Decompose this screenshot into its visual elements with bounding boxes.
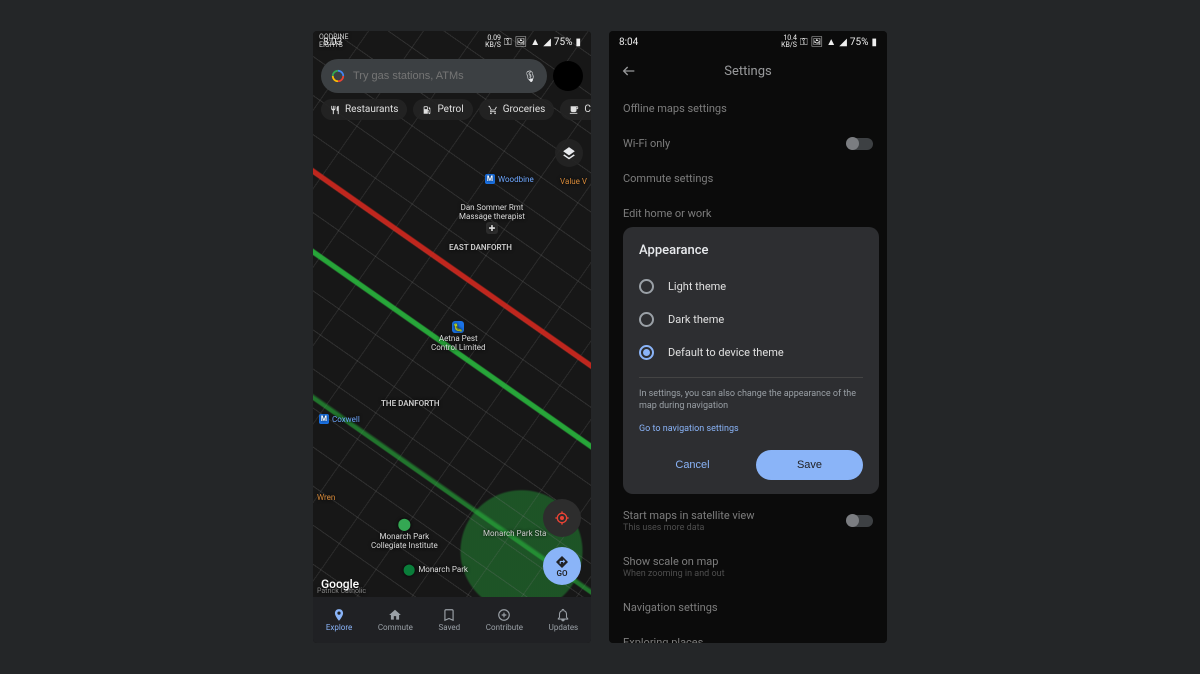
status-bar: 8:04 10.4 KB/S ⚿ 🖼 ▲ ◢ 75% ▮ (609, 31, 887, 53)
radio-dark[interactable]: Dark theme (639, 303, 863, 336)
signal-icon: ◢ (839, 37, 847, 48)
layers-button[interactable] (555, 139, 583, 167)
poi-monarch-park[interactable]: Monarch Park (418, 565, 468, 574)
google-logo-icon (331, 69, 345, 83)
nav-commute[interactable]: Commute (378, 608, 413, 632)
search-input[interactable] (353, 70, 515, 82)
cancel-button[interactable]: Cancel (639, 450, 746, 480)
battery-pct: 75% (850, 37, 869, 48)
clock: 8:04 (619, 37, 638, 48)
radio-device-default[interactable]: Default to device theme (639, 336, 863, 369)
locate-button[interactable] (543, 499, 581, 537)
chip-petrol[interactable]: Petrol (413, 99, 472, 120)
nav-saved[interactable]: Saved (439, 608, 461, 632)
station-woodbine[interactable]: Woodbine (498, 175, 534, 184)
signal-icon: ◢ (543, 37, 551, 48)
clock: 8:03 (323, 37, 342, 48)
station-coxwell[interactable]: Coxwell (332, 415, 360, 424)
nav-contribute[interactable]: Contribute (486, 608, 523, 632)
poi-monarch-inst[interactable]: Monarch Park Collegiate Institute (371, 532, 438, 550)
dialog-title: Appearance (639, 243, 863, 258)
chip-groceries[interactable]: Groceries (479, 99, 555, 120)
link-nav-settings[interactable]: Go to navigation settings (639, 424, 863, 434)
park-icon: ⬤ (398, 517, 411, 531)
wifi-icon: ▲ (530, 37, 540, 48)
save-button[interactable]: Save (756, 450, 863, 480)
street-wren: Wren (317, 493, 335, 502)
wifi-icon: ▲ (826, 37, 836, 48)
metro-icon: M (319, 414, 329, 424)
status-bar: 8:03 0.09 KB/S ⚿ 🖼 ▲ ◢ 75% ▮ (313, 31, 591, 53)
key-icon: ⚿ (800, 37, 808, 48)
chip-coffee[interactable]: Coffee (560, 99, 591, 120)
net-speed: 10.4 KB/S (781, 35, 797, 49)
image-icon: 🖼 (515, 37, 528, 48)
category-chips: Restaurants Petrol Groceries Coffee (321, 99, 583, 120)
mic-icon[interactable]: 🎙 (523, 70, 537, 83)
area-east-danforth: EAST DANFORTH (449, 243, 512, 252)
nav-updates[interactable]: Updates (549, 608, 579, 632)
phone-settings: 8:04 10.4 KB/S ⚿ 🖼 ▲ ◢ 75% ▮ Settings Of… (609, 31, 887, 643)
poi-value[interactable]: Value V (560, 177, 587, 186)
tree-icon: ⬤ (403, 563, 415, 576)
directions-button[interactable]: GO (543, 547, 581, 585)
radio-light[interactable]: Light theme (639, 270, 863, 303)
key-icon: ⚿ (504, 37, 512, 48)
battery-pct: 75% (554, 37, 573, 48)
search-box[interactable]: 🎙 (321, 59, 547, 93)
phone-maps: 8:03 0.09 KB/S ⚿ 🖼 ▲ ◢ 75% ▮ OODBINE EIG… (313, 31, 591, 643)
bottom-nav: Explore Commute Saved Contribute Updates (313, 597, 591, 643)
chip-restaurants[interactable]: Restaurants (321, 99, 407, 120)
appearance-dialog: Appearance Light theme Dark theme Defaul… (623, 227, 879, 494)
net-speed: 0.09 KB/S (485, 35, 501, 49)
pest-icon: 🐛 (452, 321, 464, 333)
massage-icon: ✚ (486, 222, 498, 234)
account-avatar[interactable] (553, 61, 583, 91)
battery-icon: ▮ (871, 37, 877, 48)
battery-icon: ▮ (575, 37, 581, 48)
metro-icon: M (485, 174, 495, 184)
nav-explore[interactable]: Explore (326, 608, 352, 632)
dialog-info: In settings, you can also change the app… (639, 388, 863, 412)
image-icon: 🖼 (811, 37, 824, 48)
poi-monarch-sta[interactable]: Monarch Park Sta (483, 529, 546, 538)
poi-aetna[interactable]: Aetna Pest Control Limited (431, 334, 486, 352)
area-the-danforth: THE DANFORTH (381, 399, 440, 408)
poi-dan-sommer[interactable]: Dan Sommer Rmt Massage therapist (459, 203, 525, 221)
google-watermark: Google (321, 577, 359, 591)
